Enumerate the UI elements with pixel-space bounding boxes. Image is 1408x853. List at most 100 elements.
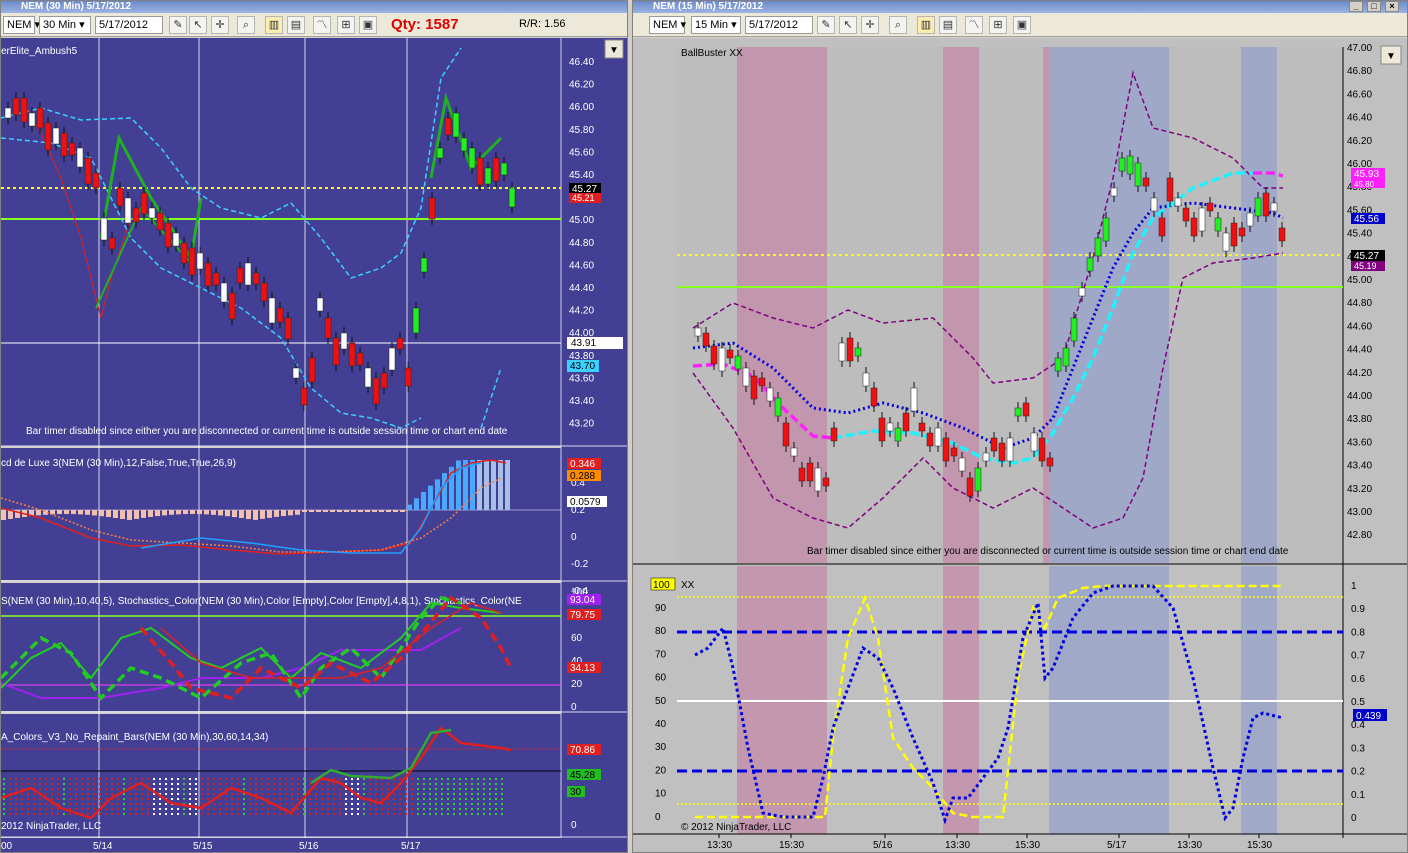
bars-dot xyxy=(387,808,389,810)
bar-type-icon[interactable]: ▤ xyxy=(287,16,305,34)
date-selector[interactable]: 5/17/2012 xyxy=(95,16,163,34)
interval-selector[interactable]: 30 Min ▾ xyxy=(39,16,91,34)
pencil-icon[interactable]: ✎ xyxy=(817,16,835,34)
zoom-icon[interactable]: ⌕ xyxy=(237,16,255,34)
chart-trader-icon[interactable]: ▥ xyxy=(917,16,935,34)
instrument-selector[interactable]: NEM ▾ xyxy=(3,16,40,34)
bars-dot xyxy=(477,783,479,785)
bars-dot xyxy=(279,788,281,790)
cursor-icon[interactable]: ↖ xyxy=(189,16,207,34)
instrument-selector[interactable]: NEM ▾ xyxy=(649,16,686,34)
crosshair-icon[interactable]: ✛ xyxy=(211,16,229,34)
bars-dot xyxy=(3,813,5,815)
bars-dot xyxy=(159,803,161,805)
right-candle xyxy=(1014,407,1022,417)
bars-dot xyxy=(351,798,353,800)
right-window-title: NEM (15 Min) 5/17/2012 xyxy=(653,1,764,12)
left-candle xyxy=(364,367,372,388)
macd-tick: 0 xyxy=(571,532,577,543)
macd-bar xyxy=(267,510,272,518)
bars-dot xyxy=(495,778,497,780)
bars-dot xyxy=(429,808,431,810)
osc-left-tick: 20 xyxy=(655,765,667,776)
properties-icon[interactable]: ▣ xyxy=(359,16,377,34)
bars-dot xyxy=(471,783,473,785)
right-candle xyxy=(1254,197,1262,217)
bars-dot xyxy=(285,798,287,800)
bars-dot xyxy=(237,778,239,780)
bars-dot xyxy=(93,788,95,790)
pencil-icon[interactable]: ✎ xyxy=(169,16,187,34)
bars-dot xyxy=(189,803,191,805)
interval-selector[interactable]: 15 Min ▾ xyxy=(691,16,741,34)
bars-dot xyxy=(429,783,431,785)
bars-dot xyxy=(141,793,143,795)
bars-dot xyxy=(15,813,17,815)
macd-marker-1: 0.346 xyxy=(570,459,595,470)
bars-dot xyxy=(147,793,149,795)
left-window-titlebar[interactable]: NEM (30 Min) 5/17/2012 xyxy=(1,1,627,13)
left-price-tick: 46.40 xyxy=(569,57,594,68)
bars-dot xyxy=(105,778,107,780)
right-marker-3: 45.56 xyxy=(1354,214,1379,225)
bars-dot xyxy=(495,813,497,815)
bars-dot xyxy=(279,798,281,800)
bar-type-icon[interactable]: ▤ xyxy=(939,16,957,34)
bars-dot xyxy=(249,813,251,815)
zoom-icon[interactable]: ⌕ xyxy=(889,16,907,34)
bars-dot xyxy=(435,813,437,815)
chart-trader-icon[interactable]: ▥ xyxy=(265,16,283,34)
bars-dot xyxy=(405,798,407,800)
crosshair-icon[interactable]: ✛ xyxy=(861,16,879,34)
bars-dot xyxy=(459,793,461,795)
bars-dot xyxy=(411,783,413,785)
bars-dot xyxy=(237,813,239,815)
cursor-icon[interactable]: ↖ xyxy=(839,16,857,34)
indicators-icon[interactable]: 〽 xyxy=(313,16,331,34)
bars-dot xyxy=(411,798,413,800)
properties-icon[interactable]: ▣ xyxy=(1013,16,1031,34)
indicators-icon[interactable]: 〽 xyxy=(965,16,983,34)
close-button[interactable]: × xyxy=(1385,1,1399,12)
bars-dot xyxy=(243,798,245,800)
right-window-titlebar[interactable]: NEM (15 Min) 5/17/2012 _ □ × xyxy=(633,1,1407,13)
right-chart-area[interactable]: BallBuster XX Bar timer disabled since e… xyxy=(633,38,1408,853)
bars-dot xyxy=(297,793,299,795)
bars-dot xyxy=(261,808,263,810)
bars-dot xyxy=(363,793,365,795)
bars-dot xyxy=(447,798,449,800)
bars-dot xyxy=(255,788,257,790)
bars-dot xyxy=(495,783,497,785)
strategies-icon[interactable]: ⊞ xyxy=(989,16,1007,34)
right-candle xyxy=(942,437,950,462)
bars-dot xyxy=(387,783,389,785)
bars-dot xyxy=(297,808,299,810)
bars-dot xyxy=(213,783,215,785)
bars-dot xyxy=(261,788,263,790)
bars-dot xyxy=(171,798,173,800)
bars-dot xyxy=(51,778,53,780)
left-chart-area[interactable]: erElite_Ambush5 Bar timer disabled since… xyxy=(1,38,628,853)
bars-dot xyxy=(441,793,443,795)
bars-dot xyxy=(225,783,227,785)
date-selector[interactable]: 5/17/2012 xyxy=(745,16,813,34)
right-price-tick: 44.00 xyxy=(1347,391,1372,402)
bars-dot xyxy=(45,788,47,790)
right-candle xyxy=(758,377,766,387)
bars-dot xyxy=(225,808,227,810)
left-candle xyxy=(260,282,268,302)
left-candle xyxy=(436,147,444,159)
bars-dot xyxy=(375,803,377,805)
left-candle xyxy=(188,247,196,276)
bars-dot xyxy=(213,788,215,790)
bars-dot xyxy=(291,783,293,785)
bars-dot xyxy=(243,788,245,790)
macd-bar xyxy=(120,510,125,520)
right-candle xyxy=(806,462,814,482)
right-candle xyxy=(1142,177,1150,187)
maximize-button[interactable]: □ xyxy=(1367,1,1381,12)
minimize-button[interactable]: _ xyxy=(1349,1,1363,12)
right-candle xyxy=(830,427,838,442)
left-candle xyxy=(412,307,420,334)
strategies-icon[interactable]: ⊞ xyxy=(337,16,355,34)
